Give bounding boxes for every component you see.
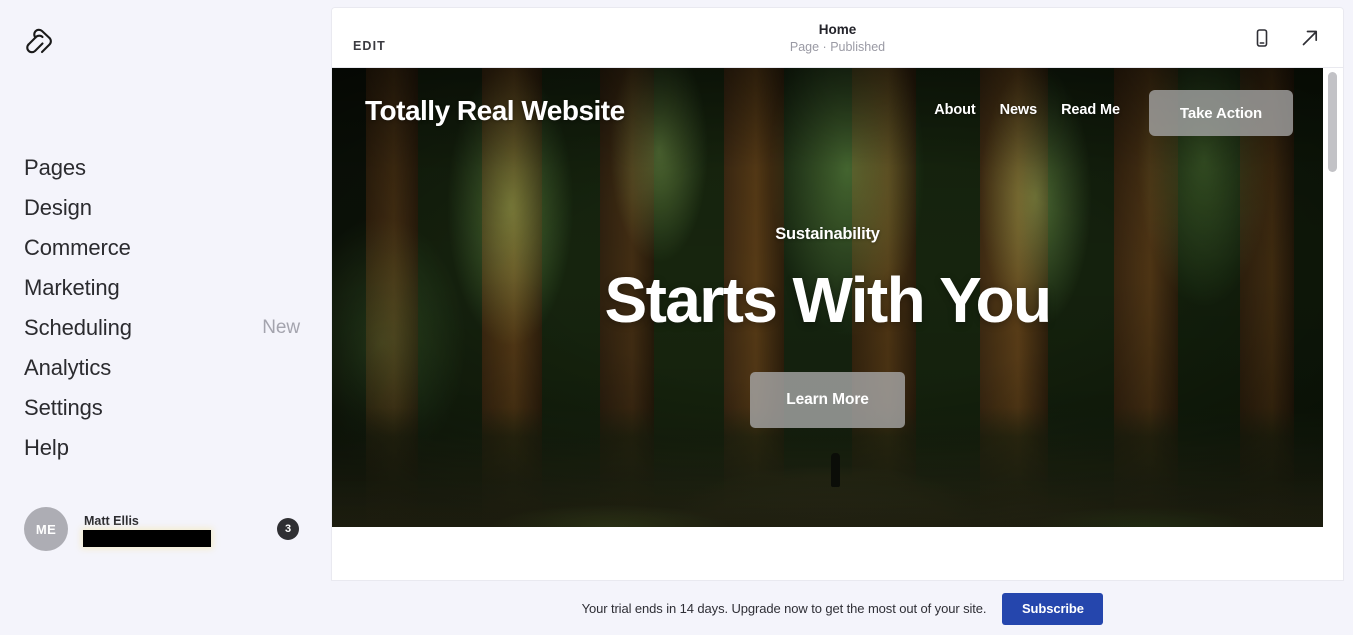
sidebar-item-scheduling[interactable]: Scheduling New bbox=[0, 308, 332, 348]
hero-content: Sustainability Starts With You Learn Mor… bbox=[332, 68, 1323, 527]
sidebar-item-label: Marketing bbox=[24, 275, 120, 300]
hero-section: Totally Real Website About News Read Me … bbox=[332, 68, 1323, 527]
page-status: Page · Published bbox=[789, 40, 886, 54]
learn-more-button[interactable]: Learn More bbox=[750, 372, 905, 428]
sidebar-item-design[interactable]: Design bbox=[0, 188, 332, 228]
open-in-new-arrow-icon[interactable] bbox=[1299, 27, 1321, 54]
sidebar-item-label: Pages bbox=[24, 155, 86, 180]
main-sidebar: Pages Design Commerce Marketing Scheduli… bbox=[0, 0, 332, 635]
preview-topbar: EDIT Home Page · Published bbox=[332, 8, 1343, 68]
user-account-block[interactable]: ME Matt Ellis 3 bbox=[24, 507, 308, 553]
user-name: Matt Ellis bbox=[84, 514, 139, 528]
preview-scrollbar-track[interactable] bbox=[1323, 68, 1343, 579]
avatar[interactable]: ME bbox=[24, 507, 68, 551]
sidebar-item-marketing[interactable]: Marketing bbox=[0, 268, 332, 308]
trial-banner: Your trial ends in 14 days. Upgrade now … bbox=[332, 582, 1353, 635]
next-section-clipped-heading: ­ ­ ­ ­ ­ ­ bbox=[332, 571, 1323, 579]
sidebar-item-label: Commerce bbox=[24, 235, 131, 260]
sidebar-nav: Pages Design Commerce Marketing Scheduli… bbox=[0, 148, 332, 468]
squarespace-editor-window: Pages Design Commerce Marketing Scheduli… bbox=[0, 0, 1353, 635]
page-title-group: Home Page · Published bbox=[332, 21, 1343, 56]
notification-badge[interactable]: 3 bbox=[277, 518, 299, 540]
sidebar-item-label: Scheduling bbox=[24, 315, 132, 340]
user-email-redacted bbox=[83, 530, 211, 547]
sidebar-item-label: Design bbox=[24, 195, 92, 220]
sidebar-item-label: Settings bbox=[24, 395, 103, 420]
sidebar-item-new-badge: New bbox=[262, 317, 300, 338]
page-title: Home bbox=[818, 22, 857, 37]
site-preview-panel: EDIT Home Page · Published Totally Real … bbox=[332, 8, 1343, 580]
sidebar-item-help[interactable]: Help bbox=[0, 428, 332, 468]
sidebar-item-analytics[interactable]: Analytics bbox=[0, 348, 332, 388]
sidebar-item-label: Help bbox=[24, 435, 69, 460]
sidebar-item-settings[interactable]: Settings bbox=[0, 388, 332, 428]
next-section-partial: ­ ­ ­ ­ ­ ­ bbox=[332, 527, 1323, 579]
trial-message: Your trial ends in 14 days. Upgrade now … bbox=[581, 601, 987, 616]
mobile-device-icon[interactable] bbox=[1251, 27, 1273, 54]
hero-eyebrow: Sustainability bbox=[775, 225, 880, 243]
subscribe-button[interactable]: Subscribe bbox=[1002, 592, 1104, 625]
squarespace-logo-icon[interactable] bbox=[22, 24, 56, 58]
sidebar-item-label: Analytics bbox=[24, 355, 112, 380]
website-preview-viewport: Totally Real Website About News Read Me … bbox=[332, 68, 1343, 579]
sidebar-item-pages[interactable]: Pages bbox=[0, 148, 332, 188]
hero-heading: Starts With You bbox=[604, 264, 1053, 336]
preview-scrollbar-thumb[interactable] bbox=[1328, 72, 1337, 172]
sidebar-item-commerce[interactable]: Commerce bbox=[0, 228, 332, 268]
